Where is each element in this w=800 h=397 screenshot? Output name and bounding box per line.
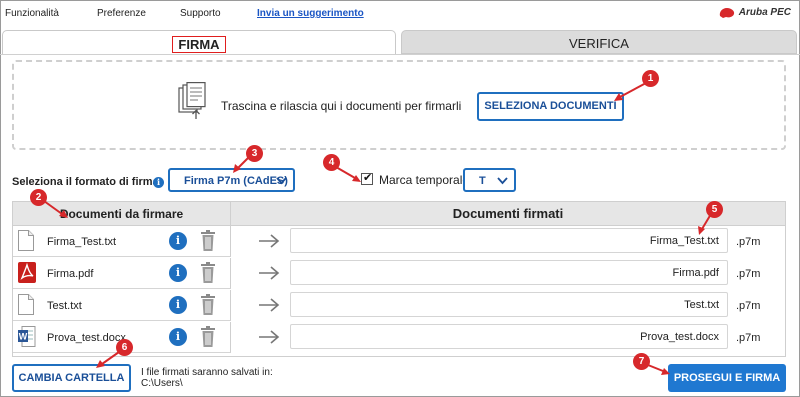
annotation-badge-4: 4 [323,154,340,171]
menu-preferenze[interactable]: Preferenze [97,8,146,19]
signed-file-field[interactable]: Test.txt [290,292,728,317]
drop-zone-text: Trascina e rilascia qui i documenti per … [221,99,462,113]
source-file-name: Prova_test.docx [47,332,126,344]
signed-file-extension: .p7m [736,332,761,344]
table-row: Firma.pdf i Firma.pdf .p7m [13,258,785,289]
text-file-icon [18,294,34,315]
change-folder-button[interactable]: CAMBIA CARTELLA [12,364,131,392]
table-row: Firma_Test.txt i Firma_Test.txt .p7m [13,226,785,257]
signed-file-extension: .p7m [736,300,761,312]
chevron-down-icon [497,177,508,185]
pdf-file-icon [18,262,36,283]
menu-bar: Funzionalità Preferenze Supporto Invia u… [1,1,799,27]
source-document-cell: Firma.pdf i [13,258,231,289]
arrow-right-icon [258,330,280,347]
format-label: Seleziona il formato di firma [12,176,159,188]
documents-table: Documenti da firmare Documenti firmati F… [12,201,786,357]
menu-supporto[interactable]: Supporto [180,8,221,19]
source-document-cell: Test.txt i [13,290,231,321]
table-header: Documenti da firmare Documenti firmati [13,202,785,226]
timestamp-checkbox[interactable]: ✔ [361,172,373,185]
chevron-down-icon [276,177,287,185]
tab-verifica-label: VERIFICA [569,36,629,51]
info-icon[interactable]: i [169,328,187,346]
format-select-value: Firma P7m (CAdES) [184,175,288,187]
source-file-name: Firma_Test.txt [47,236,117,248]
signed-file-field[interactable]: Firma.pdf [290,260,728,285]
table-row: Test.txt i Test.txt .p7m [13,290,785,321]
aruba-logo-text: Aruba PEC [738,7,791,18]
annotation-badge-1: 1 [642,70,659,87]
info-icon[interactable]: i [169,296,187,314]
annotation-badge-3: 3 [246,145,263,162]
save-location-text: I file firmati saranno salvati in: [141,367,273,378]
annotation-badge-5: 5 [706,201,723,218]
arrow-right-icon [258,298,280,315]
trash-icon[interactable] [201,262,215,286]
annotation-badge-2: 2 [30,189,47,206]
annotation-badge-7: 7 [633,353,650,370]
documents-icon [178,82,206,119]
check-icon: ✔ [363,172,373,184]
info-icon[interactable]: i [169,264,187,282]
text-file-icon [18,230,34,251]
format-info-icon[interactable]: i [153,177,164,188]
signed-file-field[interactable]: Firma_Test.txt [290,228,728,253]
trash-icon[interactable] [201,326,215,350]
signed-file-field[interactable]: Prova_test.docx [290,324,728,349]
timestamp-select[interactable]: T [463,168,516,192]
trash-icon[interactable] [201,294,215,318]
signed-file-extension: .p7m [736,236,761,248]
tab-divider [0,54,800,55]
source-document-cell: Firma_Test.txt i [13,226,231,257]
source-file-name: Test.txt [47,300,82,312]
drop-zone[interactable]: Trascina e rilascia qui i documenti per … [12,60,786,150]
info-icon[interactable]: i [169,232,187,250]
select-documents-button[interactable]: SELEZIONA DOCUMENTI [477,92,624,121]
proceed-sign-button[interactable]: PROSEGUI E FIRMA [668,364,786,392]
aruba-logo: Aruba PEC [718,6,791,19]
annotation-badge-6: 6 [116,339,133,356]
save-location-path: C:\Users\ [141,378,183,389]
source-file-name: Firma.pdf [47,268,94,280]
timestamp-select-value: T [479,175,486,187]
header-documents-to-sign: Documenti da firmare [13,202,231,226]
tab-firma[interactable]: FIRMA [2,30,396,54]
timestamp-label: Marca temporale [379,173,470,187]
save-location-label: I file firmati saranno salvati in: C:\Us… [141,367,273,389]
format-select[interactable]: Firma P7m (CAdES) [168,168,295,192]
arrow-right-icon [258,234,280,251]
svg-text:W: W [19,332,28,342]
arrow-right-icon [258,266,280,283]
menu-suggestion-link[interactable]: Invia un suggerimento [257,8,364,19]
signed-file-name: Test.txt [684,299,719,311]
signed-file-name: Firma_Test.txt [649,235,719,247]
aruba-logo-icon [719,8,734,18]
trash-icon[interactable] [201,230,215,254]
tab-verifica[interactable]: VERIFICA [401,30,797,54]
word-file-icon: W [18,326,36,347]
header-signed-documents: Documenti firmati [452,206,564,221]
tab-firma-label: FIRMA [172,36,226,53]
menu-funzionalita[interactable]: Funzionalità [5,8,59,19]
signed-file-name: Prova_test.docx [640,331,719,343]
signed-file-extension: .p7m [736,268,761,280]
signed-file-name: Firma.pdf [672,267,719,279]
